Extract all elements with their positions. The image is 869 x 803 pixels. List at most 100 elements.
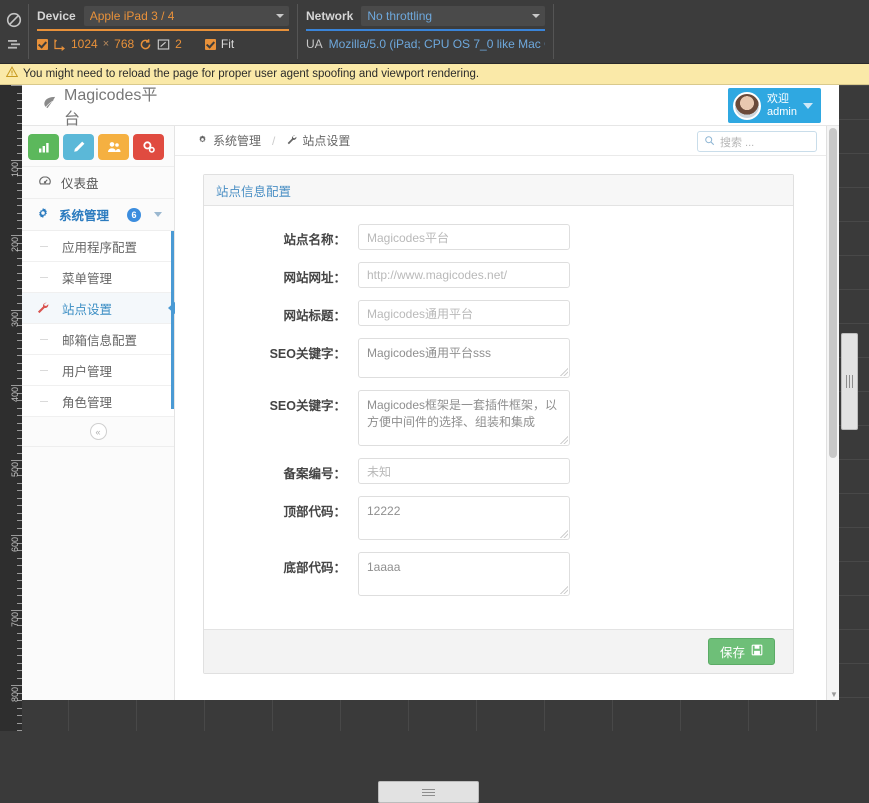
emulation-canvas: 100 200 300 400 500 600 700 800 Magicodes平台 欢迎 … [0, 85, 869, 803]
device-select[interactable]: Apple iPad 3 / 4 [83, 5, 289, 26]
app-logo[interactable]: Magicodes平台 [22, 85, 172, 129]
field-label: 站点名称： [283, 233, 346, 247]
field-control: Magicodes通用平台 [358, 300, 570, 326]
sidebar-collapse-button[interactable]: « [89, 423, 107, 440]
field-label: 底部代码： [283, 561, 346, 575]
network-panel: Network No throttling UA Mozilla/5.0 (iP… [298, 0, 553, 63]
field-control: Magicodes通用平台sss [358, 338, 570, 378]
panel-footer: 保存 [204, 629, 793, 673]
sidebar-item-label: 仪表盘 [61, 177, 99, 191]
device-selected-value: Apple iPad 3 / 4 [89, 8, 175, 23]
sidebar-item-mail-config[interactable]: 邮箱信息配置 [22, 324, 174, 355]
rotate-icon[interactable] [139, 38, 152, 51]
page-scrollbar[interactable]: ▲ ▼ [826, 126, 839, 700]
panel-header: 站点信息配置 [204, 175, 793, 206]
viewport-width-value[interactable]: 1024 [71, 37, 98, 51]
seo-keywords-textarea[interactable]: Magicodes通用平台sss [358, 338, 570, 378]
ruler-label: 600 [10, 537, 20, 553]
sidebar-collapse-row: « [22, 417, 174, 447]
search-placeholder: 搜索 ... [720, 136, 755, 149]
sidebar-item-app-config[interactable]: 应用程序配置 [22, 231, 174, 262]
user-agent-row: UA Mozilla/5.0 (iPad; CPU OS 7_0 like Ma… [306, 34, 545, 54]
viewport-resize-handle-right[interactable] [841, 333, 858, 430]
field-site-name: 站点名称： Magicodes平台 [204, 224, 793, 250]
devtools-left-icons [0, 0, 28, 63]
field-control: Magicodes框架是一套插件框架，以方便中间件的选择、组装和集成 [358, 390, 570, 446]
sidebar-item-menu-manage[interactable]: 菜单管理 [22, 262, 174, 293]
chart-button[interactable] [28, 134, 59, 160]
sidebar-item-site-settings[interactable]: 站点设置 [22, 293, 177, 324]
sidebar-item-role-manage[interactable]: 角色管理 [22, 386, 174, 417]
chevron-down-icon [532, 13, 540, 18]
reload-warning-bar: You might need to reload the page for pr… [0, 64, 869, 85]
fit-checkbox[interactable] [204, 38, 216, 50]
ruler-label: 100 [10, 162, 20, 178]
throttling-icon[interactable] [6, 36, 22, 52]
viewport-height-value[interactable]: 768 [114, 37, 134, 51]
field-label: 备案编号： [283, 467, 346, 481]
panel-title: 站点信息配置 [216, 184, 292, 199]
ruler-label: 200 [10, 237, 20, 253]
breadcrumb-parent-label: 系统管理 [213, 134, 262, 148]
ruler-tick [11, 385, 22, 386]
seo-description-textarea[interactable]: Magicodes框架是一套插件框架，以方便中间件的选择、组装和集成 [358, 390, 570, 446]
user-agent-value[interactable]: Mozilla/5.0 (iPad; CPU OS 7_0 like Mac O… [329, 37, 545, 51]
tree-dash-icon [40, 246, 48, 247]
chevron-down-icon [154, 212, 162, 217]
ruler-label: 700 [10, 612, 20, 628]
device-panel: Device Apple iPad 3 / 4 1024 × 768 2 Fit [29, 0, 297, 63]
user-menu[interactable]: 欢迎 admin [728, 88, 821, 123]
edit-button[interactable] [63, 134, 94, 160]
settings-button[interactable] [133, 134, 164, 160]
no-override-icon[interactable] [6, 12, 22, 28]
site-config-panel: 站点信息配置 站点名称： Magicodes平台 网站网址： http://ww… [203, 174, 794, 674]
sidebar-item-user-manage[interactable]: 用户管理 [22, 355, 174, 386]
field-seo-description: SEO关键字： Magicodes框架是一套插件框架，以方便中间件的选择、组装和… [204, 390, 793, 446]
save-button[interactable]: 保存 [707, 638, 775, 665]
chevron-down-icon [276, 13, 284, 18]
sidebar-item-dashboard[interactable]: 仪表盘 [22, 167, 174, 199]
field-label: 网站网址： [283, 271, 346, 285]
sidebar-item-label: 邮箱信息配置 [62, 333, 138, 348]
breadcrumb-current[interactable]: 站点设置 [286, 132, 350, 149]
breadcrumb-parent[interactable]: 系统管理 [197, 132, 261, 149]
tree-dash-icon [40, 339, 48, 340]
field-seo-keywords: SEO关键字： Magicodes通用平台sss [204, 338, 793, 378]
app-header: Magicodes平台 欢迎 admin [22, 85, 839, 129]
ruler-tick [17, 708, 22, 709]
dimension-separator: × [102, 38, 110, 50]
site-title-input[interactable]: Magicodes通用平台 [358, 300, 570, 326]
site-url-input[interactable]: http://www.magicodes.net/ [358, 262, 570, 288]
app-title: Magicodes平台 [64, 87, 158, 128]
device-pixel-ratio-value[interactable]: 2 [175, 37, 182, 51]
sidebar-badge-count: 6 [127, 207, 141, 222]
field-site-url: 网站网址： http://www.magicodes.net/ [204, 262, 793, 288]
scrollbar-thumb[interactable] [829, 128, 837, 458]
scroll-down-arrow[interactable]: ▼ [830, 690, 838, 699]
ruler-tick [11, 310, 22, 311]
screen-size-icon [53, 38, 66, 51]
users-button[interactable] [98, 134, 129, 160]
vertical-ruler: 100 200 300 400 500 600 700 800 [0, 85, 22, 731]
breadcrumb-current-label: 站点设置 [302, 134, 351, 148]
ruler-tick [17, 723, 22, 724]
top-code-textarea[interactable]: 12222 [358, 496, 570, 540]
ruler-label: 500 [10, 462, 20, 478]
bottom-code-textarea[interactable]: 1aaaa [358, 552, 570, 596]
search-input[interactable]: 搜索 ... [697, 131, 817, 152]
network-throttling-select[interactable]: No throttling [361, 5, 545, 26]
viewport-resize-handle-bottom[interactable] [378, 781, 479, 803]
site-name-input[interactable]: Magicodes平台 [358, 224, 570, 250]
device-metrics-checkbox[interactable] [37, 38, 48, 50]
field-bottom-code: 底部代码： 1aaaa [204, 552, 793, 596]
field-control: Magicodes平台 [358, 224, 570, 250]
field-label: 网站标题： [283, 309, 346, 323]
ruler-label: 300 [10, 312, 20, 328]
quick-action-buttons [22, 126, 174, 166]
device-underline [37, 29, 289, 31]
sidebar-item-system[interactable]: 系统管理 6 [22, 199, 174, 231]
ruler-tick [11, 610, 22, 611]
record-number-input[interactable]: 未知 [358, 458, 570, 484]
sidebar-item-label: 菜单管理 [62, 271, 113, 286]
device-metrics-row: 1024 × 768 2 Fit [37, 34, 289, 54]
